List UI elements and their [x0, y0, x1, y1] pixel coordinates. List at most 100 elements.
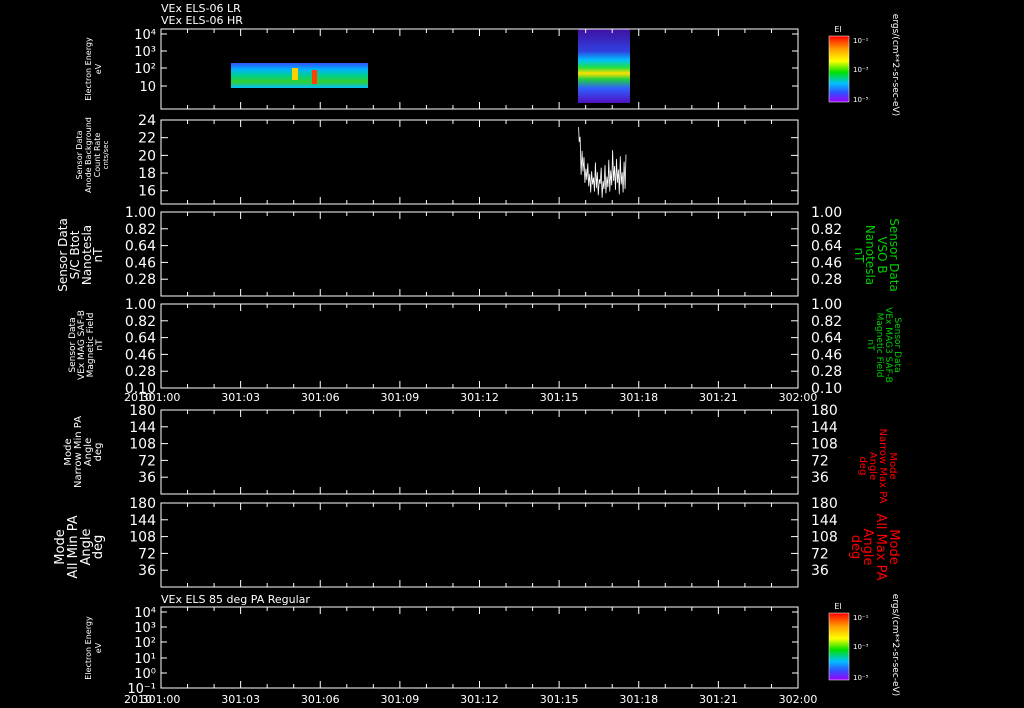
y-axis-label: nT: [95, 339, 105, 351]
x-tick-label: 301:12: [460, 391, 499, 404]
y-axis-label: Sensor Data: [75, 130, 84, 179]
y-tick-label: 16: [138, 184, 156, 200]
y2-tick-label: 108: [811, 530, 838, 546]
y-ticks: 1.00 1.000.82 0.820.64 0.640.46 0.460.28 0.28…: [125, 297, 842, 397]
x-tick-label: 301:03: [221, 391, 260, 404]
y-tick-label: 144: [129, 513, 156, 529]
x-tick-label: 301:21: [699, 693, 738, 706]
header-line-2: VEx ELS-06 HR: [161, 14, 243, 27]
colorbar-label: 10⁻³: [853, 643, 869, 651]
y-tick-label: 10⁴: [134, 606, 156, 621]
count-rate-trace: [578, 127, 627, 198]
time-axis-bottom: 2010 301:00 301:03 301:06 301:09 301:12 301:1…: [124, 693, 817, 706]
y2-tick-label: 36: [811, 470, 829, 486]
y-axis-label: eV: [94, 642, 103, 653]
x-ticks: [160, 29, 799, 688]
y-tick-label: 0.64: [125, 331, 156, 347]
y-tick-label: 18: [138, 166, 156, 182]
x-tick-label: 301:06: [301, 391, 340, 404]
energy-y-ticks: [161, 611, 798, 674]
y2-tick-label: 0.46: [811, 255, 842, 271]
colorbar-label: 10⁻³: [853, 66, 869, 74]
spectrogram-block-2: [578, 29, 630, 103]
colorbar-gradient: [828, 612, 850, 681]
y-tick-label: 180: [129, 496, 156, 512]
y2-tick-label: 0.82: [811, 314, 842, 330]
panel-all-pa: 180 180144 144108 10872 7236 36 Mode All Min …: [53, 496, 901, 588]
y-tick-label: 10⁴: [134, 28, 156, 43]
y-tick-label: 0.82: [125, 314, 156, 330]
y2-tick-label: 36: [811, 563, 829, 579]
y2-axis-label: deg: [857, 457, 868, 476]
colorbar-top: El 10⁻¹ 10⁻³ 10⁻⁵: [828, 25, 869, 104]
y-tick-label: 20: [138, 148, 156, 164]
colorbar-title: El: [834, 602, 841, 611]
y-tick-label: 10³: [134, 621, 156, 636]
y-tick-label: 108: [129, 437, 156, 453]
x-tick-label: 301:03: [221, 693, 260, 706]
y-tick-label: 0.82: [125, 222, 156, 238]
x-tick-label: 301:12: [460, 693, 499, 706]
y-tick-label: 1.00: [125, 297, 156, 313]
units-label: ergs/(cm**2-sr-sec-eV): [890, 594, 900, 696]
y2-tick-label: 144: [811, 420, 838, 436]
x-tick-label: 301:15: [540, 391, 579, 404]
colorbar-label: 10⁻¹: [853, 614, 869, 622]
panel-title: VEx ELS 85 deg PA Regular: [161, 593, 310, 606]
y2-tick-label: 0.82: [811, 222, 842, 238]
units-label: ergs/(cm**2-sr-sec-eV): [890, 14, 900, 116]
y-tick-label: 108: [129, 530, 156, 546]
panel-btot: 1.00 1.000.82 0.820.64 0.640.46 0.460.28 0.28…: [56, 205, 901, 297]
y2-tick-label: 72: [811, 546, 829, 562]
y2-tick-label: 180: [811, 496, 838, 512]
y-ticks: 1.00 1.000.82 0.820.64 0.640.46 0.460.28 0.28: [125, 205, 842, 288]
x-tick-label: 301:18: [619, 693, 658, 706]
y2-tick-label: 0.64: [811, 331, 842, 347]
panel-frame: [160, 211, 799, 297]
y-tick-label: 10¹: [134, 652, 156, 667]
colorbar-label: 10⁻⁵: [853, 674, 869, 682]
y-tick-label: 10²: [134, 636, 156, 651]
y-tick-label: 10³: [134, 45, 156, 60]
colorbar-bottom: El 10⁻¹ 10⁻³ 10⁻⁵: [828, 602, 869, 682]
panel-frame: [160, 606, 799, 689]
y-tick-label: 144: [129, 420, 156, 436]
y2-tick-label: 0.28: [811, 272, 842, 288]
x-tick-label: 301:18: [619, 391, 658, 404]
panel-mag-safb: 1.00 1.000.82 0.820.64 0.640.46 0.460.28 0.28…: [68, 297, 902, 397]
y-tick-label: 0.64: [125, 239, 156, 255]
y2-tick-label: 72: [811, 453, 829, 469]
plot-canvas: VEx ELS-06 LR VEx ELS-06 HR 10⁴ 10³ 10² …: [53, 2, 902, 706]
y2-tick-label: 0.28: [811, 364, 842, 380]
y-tick-label: 0.46: [125, 347, 156, 363]
y2-tick-label: 0.46: [811, 347, 842, 363]
panel-frame: [160, 303, 799, 389]
y-tick-label: 0.28: [125, 272, 156, 288]
panel-electron-energy-lr: 10⁴ 10³ 10² 10 Electron Energy eV El 10⁻…: [84, 14, 900, 116]
y-tick-label: 10²: [134, 62, 156, 77]
time-axis-mid: 2010 301:00 301:03 301:06 301:09 301:12 301:1…: [124, 391, 817, 404]
y-tick-label: 180: [129, 403, 156, 419]
y2-axis-label: deg: [848, 535, 863, 560]
y-ticks: 24 2220 18 16: [138, 113, 798, 200]
y-axis-label: Anode Background: [84, 117, 93, 193]
y2-tick-label: 144: [811, 513, 838, 529]
y-tick-label: 0.46: [125, 255, 156, 271]
y-tick-label: 1.00: [125, 205, 156, 221]
colorbar-title: El: [834, 25, 841, 34]
y-ticks: 180 180144 144108 10872 7236 36: [129, 496, 838, 579]
y-axis-label: eV: [94, 63, 103, 74]
y-axis-label: nT: [91, 247, 105, 263]
panel-85deg-pa: VEx ELS 85 deg PA Regular 10⁴ 10³ 10² 10…: [84, 593, 900, 697]
panel-frame: [160, 119, 799, 205]
y-tick-label: 24: [138, 113, 156, 129]
colorbar-label: 10⁻⁵: [853, 96, 869, 104]
y-axis-label: cnts/sec: [102, 140, 110, 169]
panel-frame: [160, 409, 799, 495]
y2-tick-label: 0.64: [811, 239, 842, 255]
panel-frame: [160, 502, 799, 588]
y-axis-label: Electron Energy: [84, 616, 93, 680]
x-tick-label: 301:21: [699, 391, 738, 404]
y2-axis-label: nT: [865, 339, 875, 351]
x-tick-label: 301:15: [540, 693, 579, 706]
